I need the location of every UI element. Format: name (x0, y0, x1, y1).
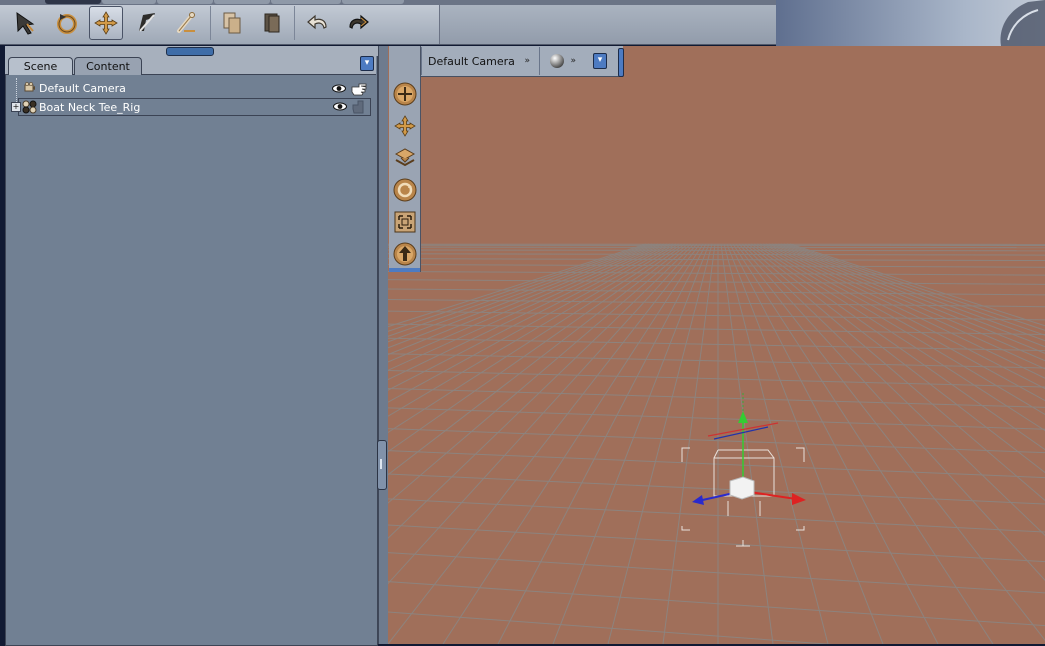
splitter-grip[interactable] (377, 440, 387, 490)
top-tab[interactable] (214, 0, 270, 4)
toolbar-separator (294, 6, 295, 40)
up-icon[interactable] (391, 240, 419, 268)
pointing-hand-icon[interactable] (350, 80, 368, 96)
background-scenery (776, 0, 1045, 46)
panel-header (5, 46, 378, 56)
scale-icon[interactable] (130, 6, 164, 40)
camera-select-label: Default Camera (428, 55, 515, 68)
3d-viewport[interactable] (388, 46, 1045, 644)
paste-icon[interactable] (255, 6, 289, 40)
select-arrow-icon[interactable] (9, 6, 43, 40)
top-tab[interactable] (342, 0, 404, 4)
chevron-down-icon: » (524, 56, 530, 66)
tree-row-boat-neck-tee[interactable]: + Boat Neck Tee_Rig (18, 98, 371, 116)
panel-menu-button[interactable]: ▾ (360, 56, 374, 71)
tab-content[interactable]: Content (74, 57, 142, 75)
orbit-icon[interactable] (391, 80, 419, 108)
tree-item-label: Default Camera (39, 82, 126, 95)
pan-icon[interactable] (391, 112, 419, 140)
translate-cross-icon[interactable] (89, 6, 123, 40)
camera-icon (24, 82, 36, 93)
top-tab[interactable] (102, 0, 156, 4)
undo-arrow-icon[interactable] (301, 6, 335, 40)
eye-icon[interactable] (332, 84, 346, 93)
tree-row-default-camera[interactable]: Default Camera (10, 80, 370, 96)
top-tab[interactable] (45, 0, 101, 4)
frame-icon[interactable] (391, 208, 419, 236)
tree-item-label: Boat Neck Tee_Rig (39, 101, 140, 114)
eye-icon[interactable] (333, 102, 347, 111)
transform-gizmo[interactable] (678, 381, 818, 511)
figure-rig-icon (22, 100, 38, 114)
render-style-dropdown[interactable]: » (539, 47, 586, 75)
panel-collapse-handle[interactable] (166, 47, 214, 56)
viewport-menu-button[interactable]: ▾ (593, 53, 607, 69)
viewport-toolbar-handle[interactable] (618, 48, 624, 77)
scene-panel (5, 46, 378, 646)
bone-tool-icon[interactable] (170, 6, 204, 40)
expand-icon[interactable]: + (11, 102, 21, 112)
chevron-down-icon: » (570, 56, 576, 66)
copy-icon[interactable] (215, 6, 249, 40)
tab-scene-label: Scene (24, 60, 58, 73)
dolly-icon[interactable] (391, 144, 419, 172)
tab-scene[interactable]: Scene (8, 57, 73, 75)
sphere-shading-icon (549, 53, 565, 69)
tab-content-label: Content (86, 60, 130, 73)
top-tab[interactable] (271, 0, 341, 4)
rotate-icon[interactable] (50, 6, 84, 40)
redo-arrow-icon[interactable] (341, 6, 375, 40)
pointing-hand-icon[interactable] (351, 99, 367, 114)
toolbar-empty-area (439, 5, 776, 44)
camera-controls-handle[interactable] (389, 268, 420, 272)
top-tab[interactable] (157, 0, 213, 4)
toolbar-separator (210, 6, 211, 40)
camera-select-dropdown[interactable]: Default Camera » (421, 47, 538, 75)
ground-grid (388, 46, 1045, 644)
roll-icon[interactable] (391, 176, 419, 204)
